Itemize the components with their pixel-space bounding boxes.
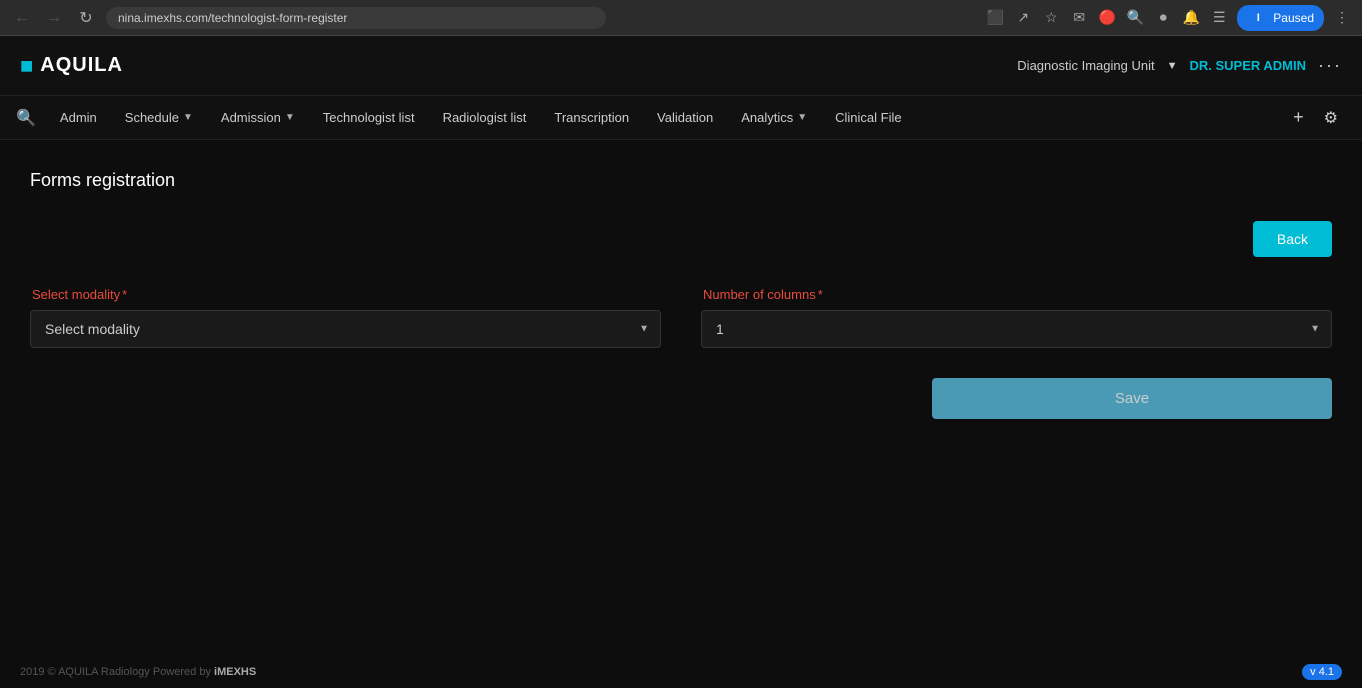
menu-item-admin[interactable]: Admin [48,102,109,133]
number-of-columns-dropdown[interactable]: 1 2 3 [701,310,1332,348]
paused-badge: I Paused [1237,5,1324,31]
search-icon[interactable]: 🔍 [16,108,36,128]
version-badge: v 4.1 [1302,664,1342,680]
zoom-icon[interactable]: 🔍 [1125,8,1145,28]
schedule-chevron-icon: ▼ [183,112,193,123]
menu-technologist-label: Technologist list [323,110,415,125]
menu-dots-icon[interactable]: ⋮ [1332,8,1352,28]
admission-chevron-icon: ▼ [285,112,295,123]
number-of-columns-wrapper: 1 2 3 [701,310,1332,348]
save-row: Save [30,378,1332,419]
menu-item-radiologist-list[interactable]: Radiologist list [431,102,539,133]
menu-clinical-label: Clinical File [835,110,901,125]
ext3-icon[interactable]: 🔔 [1181,8,1201,28]
url-bar[interactable] [106,7,606,29]
menu-gear-icon[interactable]: ⚙ [1316,104,1346,132]
forward-nav-button[interactable]: → [42,6,66,30]
unit-name: Diagnostic Imaging Unit [1017,58,1154,73]
menu-analytics-label: Analytics [741,110,793,125]
select-modality-dropdown[interactable]: Select modality [30,310,661,348]
back-btn-row: Back [30,221,1332,257]
top-nav-right: Diagnostic Imaging Unit ▼ DR. SUPER ADMI… [1017,55,1342,76]
top-navbar: ■ AQUILA Diagnostic Imaging Unit ▼ DR. S… [0,36,1362,96]
page-content: Forms registration Back Select modality*… [0,140,1362,449]
menu-item-clinical-file[interactable]: Clinical File [823,102,913,133]
footer: 2019 © AQUILA Radiology Powered by iMEXH… [0,656,1362,688]
bookmark-icon[interactable]: ☆ [1041,8,1061,28]
select-modality-wrapper: Select modality [30,310,661,348]
ext1-icon[interactable]: 🔴 [1097,8,1117,28]
menu-item-analytics[interactable]: Analytics ▼ [729,102,819,133]
menu-plus-icon[interactable]: + [1285,103,1312,132]
reload-button[interactable]: ↻ [74,6,98,30]
logo-icon: ■ [20,53,34,79]
menu-validation-label: Validation [657,110,713,125]
number-of-columns-label: Number of columns* [701,287,1332,302]
save-button[interactable]: Save [932,378,1332,419]
browser-bar: ← → ↻ ⬛ ↗ ☆ ✉ 🔴 🔍 ⏺ 🔔 ☰ I Paused ⋮ [0,0,1362,36]
cast-icon[interactable]: ⬛ [985,8,1005,28]
logo-text: AQUILA [40,54,123,77]
menu-schedule-label: Schedule [125,110,179,125]
ext4-icon[interactable]: ☰ [1209,8,1229,28]
select-modality-group: Select modality* Select modality [30,287,661,348]
logo: ■ AQUILA [20,53,123,79]
menu-item-schedule[interactable]: Schedule ▼ [113,102,205,133]
back-nav-button[interactable]: ← [10,6,34,30]
form-row: Select modality* Select modality Number … [30,287,1332,348]
menu-admin-label: Admin [60,110,97,125]
menu-item-validation[interactable]: Validation [645,102,725,133]
unit-chevron-icon[interactable]: ▼ [1167,60,1178,72]
paused-label: Paused [1273,11,1314,25]
menu-admission-label: Admission [221,110,281,125]
header-more-icon[interactable]: ··· [1318,55,1342,76]
menu-item-transcription[interactable]: Transcription [542,102,641,133]
footer-brand: iMEXHS [214,666,256,678]
number-of-columns-group: Number of columns* 1 2 3 [701,287,1332,348]
analytics-chevron-icon: ▼ [797,112,807,123]
user-avatar: I [1247,7,1269,29]
menu-radiologist-label: Radiologist list [443,110,527,125]
email-icon[interactable]: ✉ [1069,8,1089,28]
browser-icons: ⬛ ↗ ☆ ✉ 🔴 🔍 ⏺ 🔔 ☰ I Paused ⋮ [985,5,1352,31]
ext2-icon[interactable]: ⏺ [1153,8,1173,28]
menu-item-admission[interactable]: Admission ▼ [209,102,307,133]
select-modality-label: Select modality* [30,287,661,302]
menu-transcription-label: Transcription [554,110,629,125]
menu-bar: 🔍 Admin Schedule ▼ Admission ▼ Technolog… [0,96,1362,140]
menu-item-technologist-list[interactable]: Technologist list [311,102,427,133]
back-button[interactable]: Back [1253,221,1332,257]
share-icon[interactable]: ↗ [1013,8,1033,28]
footer-copyright: 2019 © AQUILA Radiology Powered by iMEXH… [20,666,256,678]
page-title: Forms registration [30,170,1332,191]
admin-name: DR. SUPER ADMIN [1189,58,1306,73]
